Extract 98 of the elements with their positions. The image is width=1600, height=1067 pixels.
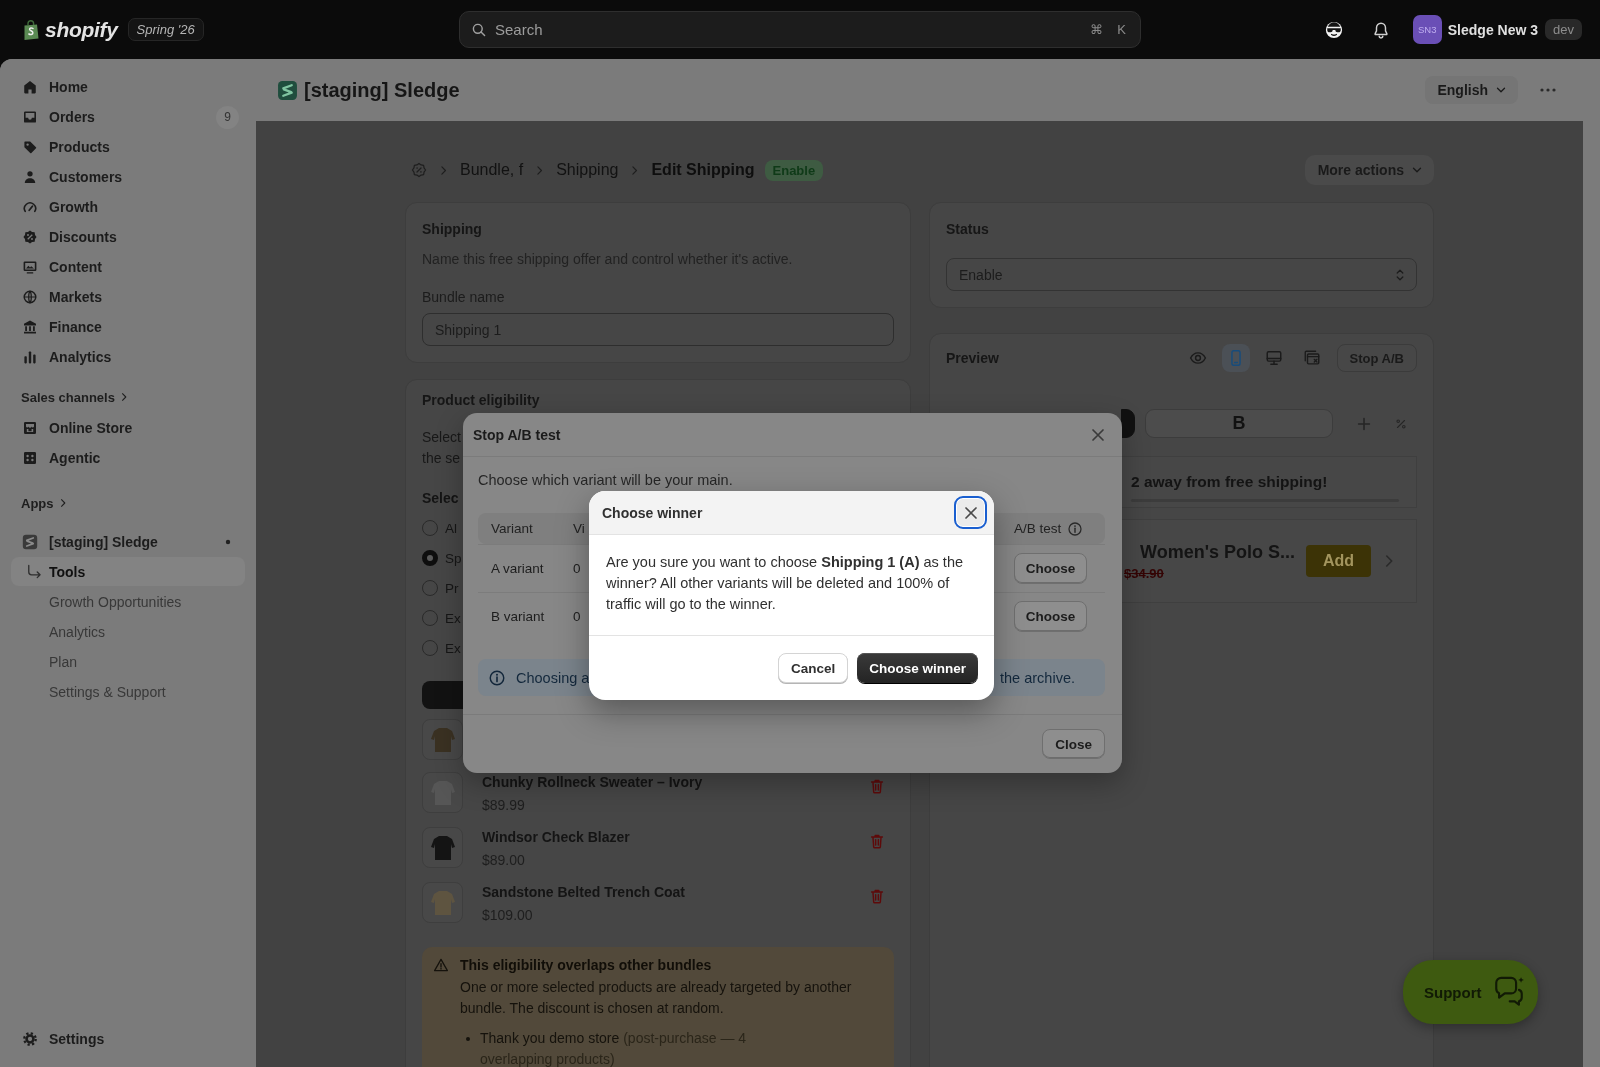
- percent-icon[interactable]: [1394, 416, 1408, 431]
- nav-item[interactable]: Settings: [11, 1024, 245, 1054]
- nav-item[interactable]: Analytics: [11, 342, 245, 372]
- search-field[interactable]: Search: [495, 17, 1083, 42]
- eye-icon: [1188, 349, 1207, 367]
- nav-item[interactable]: Products: [11, 132, 245, 162]
- dialog-message: Are you sure you want to choose Shipping 1 (A) as the winner? All other variants will be deleted and 100% of traffic will go to the winner.: [605, 553, 964, 614]
- glasses-face-icon[interactable]: [1324, 20, 1343, 39]
- cancel-button[interactable]: Cancel: [777, 653, 849, 683]
- column-header: Vi: [573, 521, 585, 536]
- store-avatar[interactable]: SN3: [1412, 15, 1442, 44]
- nav-item[interactable]: Markets: [11, 282, 245, 312]
- table-cell: 0: [573, 609, 581, 624]
- desktop-icon: [1264, 349, 1283, 367]
- store-name[interactable]: Sledge New 3: [1447, 21, 1539, 38]
- discount-badge-icon[interactable]: [411, 162, 427, 178]
- nav-item[interactable]: Online Store: [11, 413, 245, 443]
- compare-price: $34.90: [1124, 565, 1165, 581]
- variant-tab[interactable]: B: [1145, 409, 1333, 438]
- action-button[interactable]: [422, 681, 466, 709]
- app-title: [staging] Sledge: [304, 78, 460, 102]
- settings-icon: [22, 1031, 38, 1047]
- bank-icon: [22, 319, 38, 335]
- person-icon: [22, 169, 38, 185]
- discount-badge-icon: [22, 229, 38, 245]
- nav-item[interactable]: [staging] Sledge: [11, 527, 245, 557]
- variant-tab[interactable]: [1121, 409, 1135, 438]
- shortcut-key: K: [1117, 22, 1126, 37]
- language-select[interactable]: English: [1425, 76, 1518, 104]
- view-toggle[interactable]: [1221, 344, 1250, 372]
- garment-photo-placeholder: [422, 719, 463, 760]
- store-icon: [22, 420, 38, 436]
- table-cell: 0: [573, 561, 581, 576]
- bar-chart-icon: [22, 349, 38, 365]
- support-button[interactable]: Support: [1403, 960, 1538, 1024]
- dot-icon: [225, 539, 231, 545]
- warning-title: This eligibility overlaps other bundles: [460, 956, 713, 975]
- nav-item[interactable]: Content: [11, 252, 245, 282]
- garment-photo-placeholder: [422, 827, 463, 868]
- column-header: Variant: [491, 521, 533, 536]
- choose-button[interactable]: Choose: [1014, 601, 1087, 632]
- trash-icon[interactable]: [868, 887, 886, 905]
- radio-button[interactable]: [422, 550, 438, 566]
- nav-item[interactable]: Customers: [11, 162, 245, 192]
- edition-badge: Spring '26: [127, 18, 204, 41]
- nav-item[interactable]: Agentic: [11, 443, 245, 473]
- table-cell: A variant: [491, 561, 544, 576]
- image-icon: [22, 259, 38, 275]
- nav-item[interactable]: Finance: [11, 312, 245, 342]
- choose-button[interactable]: Choose: [1014, 553, 1087, 584]
- garment-photo-placeholder: [422, 772, 463, 813]
- nav-item[interactable]: Growth: [11, 192, 245, 222]
- logo-text: shopify: [45, 17, 118, 42]
- info-text: Choosing a: [516, 669, 590, 686]
- nav-item[interactable]: Orders 9: [11, 102, 245, 132]
- gauge-icon: [22, 199, 38, 215]
- inbox-icon: [22, 109, 38, 125]
- add-button[interactable]: Add: [1306, 545, 1371, 577]
- section-heading[interactable]: Sales channels: [21, 387, 130, 407]
- section-heading[interactable]: Apps: [21, 493, 69, 513]
- trash-icon[interactable]: [868, 777, 886, 795]
- sub-nav-item[interactable]: Growth Opportunities: [11, 587, 245, 616]
- shortcut-key: ⌘: [1090, 22, 1104, 37]
- tree-branch-icon: [25, 563, 41, 580]
- trash-icon[interactable]: [868, 832, 886, 850]
- count-badge: 9: [216, 105, 239, 129]
- bell-icon[interactable]: [1371, 20, 1390, 39]
- dialog-title: Stop A/B test: [473, 426, 561, 443]
- warning-icon: [433, 957, 449, 973]
- nav-item[interactable]: Home: [11, 72, 245, 102]
- confirm-button[interactable]: Choose winner: [857, 653, 978, 683]
- sub-nav-item[interactable]: Settings & Support: [11, 677, 245, 706]
- bullet-icon: [466, 1037, 470, 1041]
- environment-badge: dev: [1545, 19, 1582, 40]
- warning-text: One or more selected products are already targeted by another bundle. The discount is chosen at random.: [460, 978, 853, 1018]
- sub-nav-item[interactable]: Plan: [11, 647, 245, 676]
- dialog-text: Choose which variant will be your main.: [478, 471, 734, 490]
- column-header: A/B test: [1014, 521, 1062, 536]
- tag-icon: [22, 139, 38, 155]
- nav-item[interactable]: Discounts: [11, 222, 245, 252]
- globe-icon: [22, 289, 38, 305]
- app-logo-icon: [22, 534, 38, 550]
- info-text: the archive.: [1000, 669, 1075, 686]
- info-icon[interactable]: [1067, 520, 1084, 537]
- windows-icon: [1302, 349, 1321, 367]
- sub-nav-item[interactable]: Analytics: [11, 617, 245, 646]
- home-icon: [22, 79, 38, 95]
- info-icon: [488, 668, 506, 687]
- close-button[interactable]: [954, 496, 987, 529]
- bot-icon: [22, 450, 38, 466]
- app-logo-icon: [277, 79, 298, 101]
- table-cell: B variant: [491, 609, 545, 624]
- dialog-title: Choose winner: [602, 504, 703, 521]
- sub-nav-item[interactable]: Tools: [11, 557, 245, 586]
- garment-photo-placeholder: [422, 882, 463, 923]
- close-button[interactable]: Close: [1042, 729, 1105, 759]
- search-icon: [471, 21, 487, 38]
- search-bar[interactable]: Search ⌘ K: [459, 11, 1141, 48]
